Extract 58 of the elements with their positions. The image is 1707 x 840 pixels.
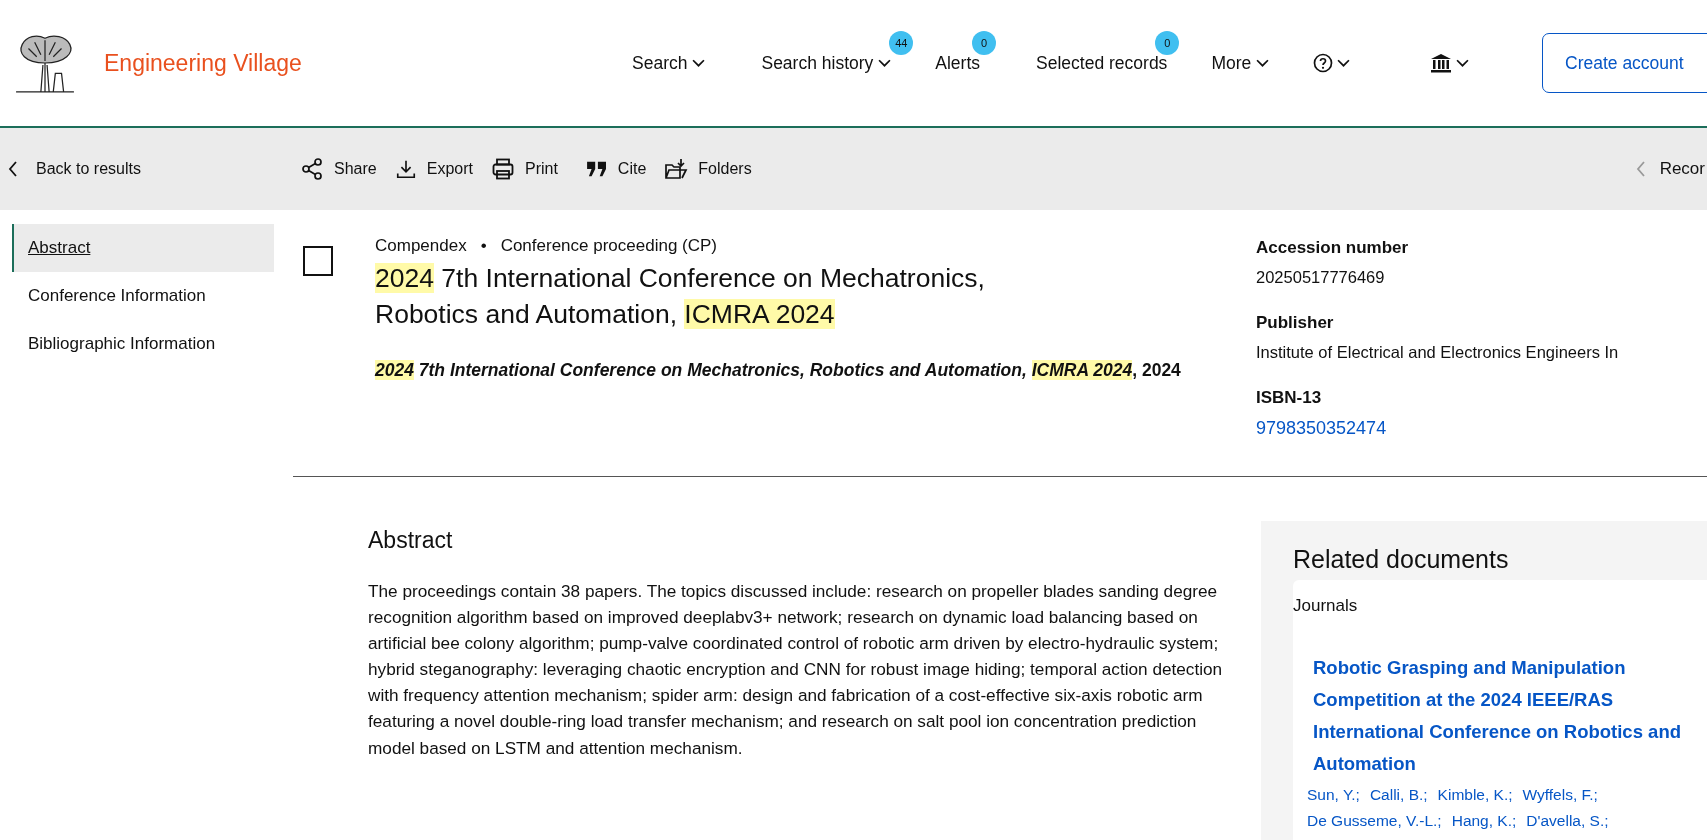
database-name: Compendex bbox=[375, 236, 467, 256]
author-link[interactable]: Calli, B.; bbox=[1369, 786, 1428, 804]
author-link[interactable]: D'avella, S.; bbox=[1526, 812, 1609, 830]
create-account-button[interactable]: Create account bbox=[1542, 33, 1707, 93]
count-badge: 0 bbox=[972, 30, 997, 55]
field-label: Accession number bbox=[1256, 238, 1410, 258]
author-link[interactable]: Wyffels, F.; bbox=[1522, 786, 1598, 804]
previous-record-link[interactable]: Recor bbox=[1635, 159, 1705, 179]
folder-icon bbox=[664, 157, 689, 181]
toolbar-action-button[interactable]: Print bbox=[490, 157, 558, 181]
chevron-down-icon bbox=[878, 58, 892, 68]
separator-dot: • bbox=[480, 236, 487, 256]
related-document-link[interactable]: Robotic Grasping and Manipulation Competition at the 2024 IEEE/RAS International Conference on Robotics and Automation bbox=[1313, 652, 1693, 780]
chevron-down-icon bbox=[1337, 58, 1351, 68]
field-label: ISBN-13 bbox=[1256, 388, 1323, 408]
count-badge: 44 bbox=[889, 30, 914, 55]
toolbar-action-button[interactable]: Export bbox=[394, 157, 473, 181]
sidebar-link[interactable]: Bibliographic Information bbox=[12, 320, 274, 368]
nav-menu-item[interactable]: Search history bbox=[761, 46, 892, 80]
toolbar-action-button[interactable]: Cite bbox=[585, 157, 647, 181]
quote-icon bbox=[585, 160, 608, 178]
isbn-link[interactable]: 9798350352474 bbox=[1256, 418, 1619, 439]
count-badge: 0 bbox=[1155, 30, 1180, 55]
sidebar-link[interactable]: Abstract bbox=[12, 224, 274, 272]
author-link[interactable]: Sun, Y.; bbox=[1307, 786, 1360, 804]
toolbar-action-button[interactable]: Folders bbox=[664, 157, 752, 181]
author-link[interactable]: Hang, K.; bbox=[1451, 812, 1517, 830]
help-menu-button[interactable] bbox=[1313, 53, 1351, 73]
related-heading: Related documents bbox=[1293, 545, 1510, 574]
chevron-down-icon bbox=[1456, 58, 1470, 68]
author-link[interactable]: De Gusseme, V.-L.; bbox=[1307, 812, 1442, 830]
institution-menu-button[interactable] bbox=[1430, 53, 1470, 73]
chevron-down-icon bbox=[1256, 58, 1270, 68]
abstract-heading: Abstract bbox=[368, 527, 454, 554]
help-icon bbox=[1313, 53, 1334, 73]
field-value: Institute of Electrical and Electronics Engineers In bbox=[1256, 343, 1619, 362]
section-label: Journals bbox=[1293, 595, 1359, 616]
brand-name[interactable]: Engineering Village bbox=[104, 49, 302, 77]
nav-menu-item[interactable]: More bbox=[1211, 46, 1270, 80]
chevron-left-icon bbox=[8, 161, 18, 177]
back-to-results-link[interactable]: Back to results bbox=[8, 160, 300, 178]
institution-icon bbox=[1430, 53, 1453, 73]
field-value: 20250517776469 bbox=[1256, 268, 1386, 287]
chevron-left-icon bbox=[1635, 161, 1646, 177]
record-title: 2024 7th International Conference on Mechatronics, Robotics and Automation, ICMRA 2024 bbox=[375, 262, 986, 331]
toolbar-action-button[interactable]: Share bbox=[300, 157, 377, 181]
field-label: Publisher bbox=[1256, 313, 1335, 333]
download-icon bbox=[394, 158, 417, 180]
chevron-down-icon bbox=[692, 58, 706, 68]
nav-menu-item[interactable]: Search bbox=[632, 46, 706, 80]
share-icon bbox=[300, 157, 324, 181]
source-citation: 2024 7th International Conference on Mechatronics, Robotics and Automation, ICMRA 2024, 2024 bbox=[375, 360, 1182, 381]
record-checkbox[interactable] bbox=[303, 246, 333, 276]
sidebar-link[interactable]: Conference Information bbox=[12, 272, 274, 320]
document-type: Conference proceeding (CP) bbox=[500, 236, 718, 256]
abstract-text: The proceedings contain 38 papers. The topics discussed include: research on propeller blades sanding degree recognition algorithm based on improved deeplabv3+ network; research on dynamic load balancing based on artificial bee colony algorithm; pump-valve coordinated control of robotic arm driven by electro-hydraulic system; hybrid steganography: leveraging chaotic encryption and CNN for robust image hiding; temporal action detection with frequency attention mechanism; spider arm: design and fabrication of a cost-effective six-axis robotic arm featuring a novel double-ring load transfer mechanism; and research on salt pool ion concentration prediction model based on LSTM and attention mechanism. bbox=[368, 580, 1224, 760]
author-link[interactable]: Kimble, K.; bbox=[1437, 786, 1513, 804]
printer-icon bbox=[490, 157, 515, 181]
